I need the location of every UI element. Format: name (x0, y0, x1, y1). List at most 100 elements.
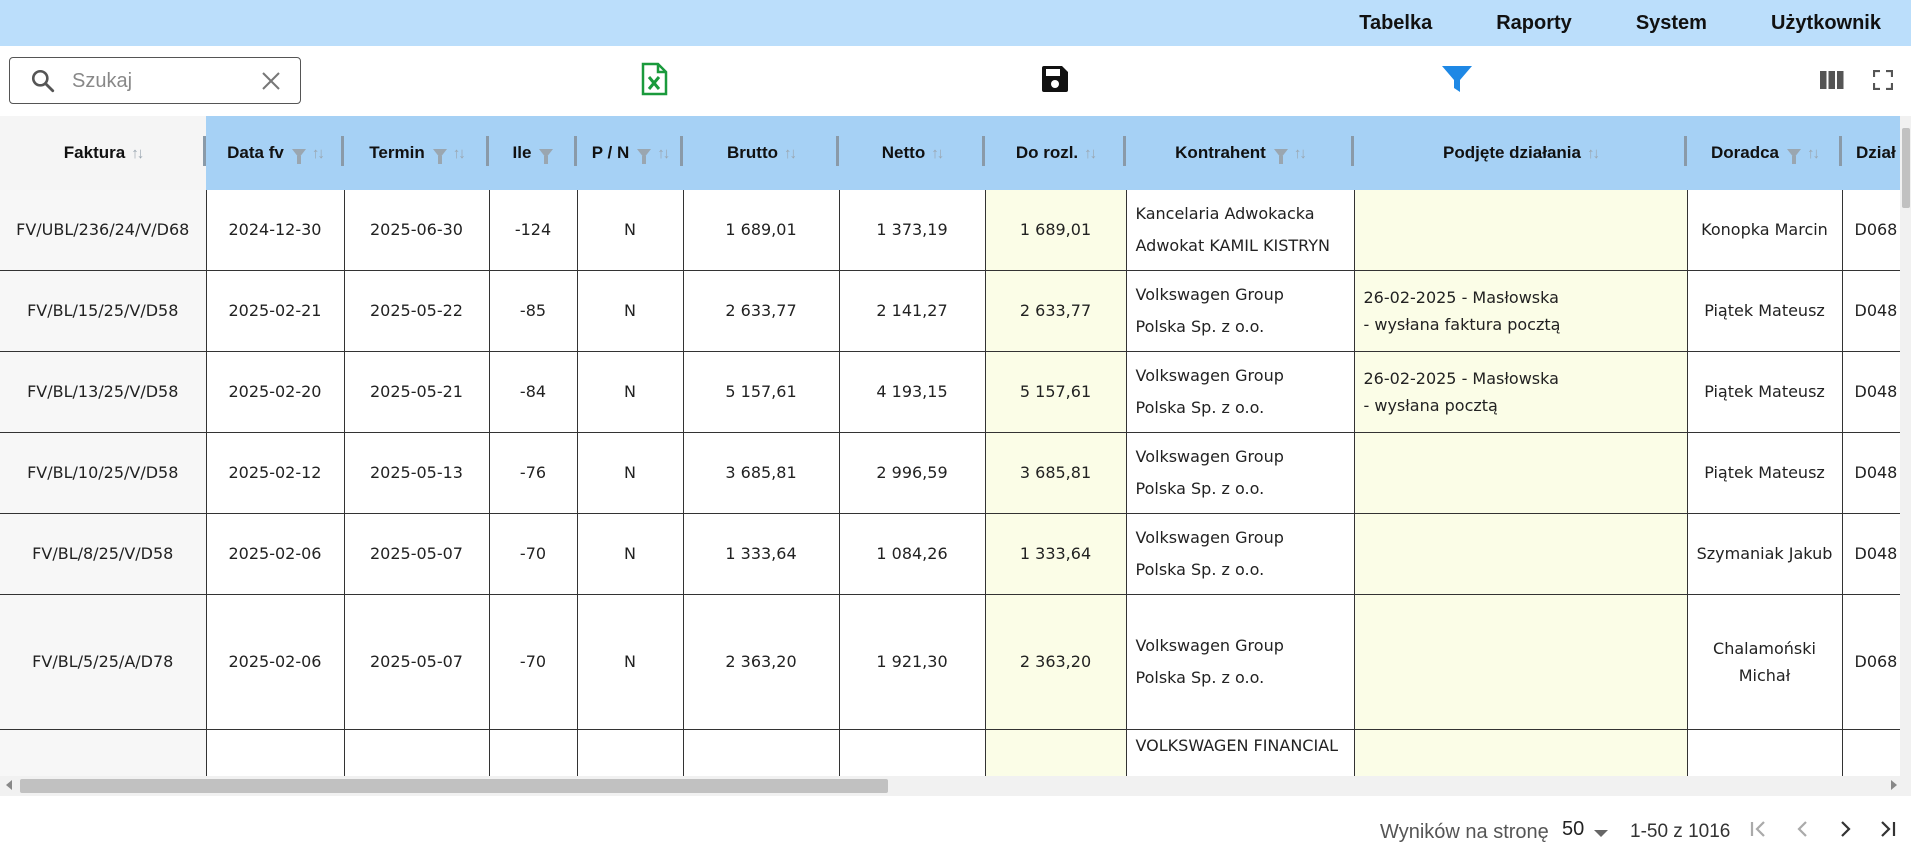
table-cell-termin: 2025-05-21 (344, 351, 490, 433)
table-row[interactable]: FV/UBL/236/24/V/D68 2024-12-30 2025-06-30-… (0, 190, 1905, 271)
table-cell-data-fv: 2025-02-12 (206, 432, 345, 514)
scroll-left-icon[interactable] (6, 780, 12, 790)
header-data-fv[interactable]: Data fv ↑↓ (206, 116, 344, 190)
save-icon[interactable] (1040, 64, 1070, 98)
table-row[interactable]: VOLKSWAGEN FINANCIAL (0, 729, 1905, 776)
table-cell-do-rozl: 1 333,64 (985, 513, 1127, 595)
header-do-rozl[interactable]: Do rozl. ↑↓ (985, 116, 1126, 190)
table-row[interactable]: FV/BL/5/25/A/D78 2025-02-06 2025-05-07 -70 N… (0, 594, 1905, 730)
column-filter-icon[interactable] (291, 149, 306, 165)
header-doradca[interactable]: Doradca ↑↓ (1687, 116, 1842, 190)
vertical-scroll-thumb[interactable] (1902, 128, 1910, 208)
clear-search-icon[interactable] (260, 70, 282, 96)
filter-icon[interactable] (1441, 64, 1473, 98)
column-filter-icon[interactable] (432, 149, 447, 165)
table-cell-faktura: FV/BL/5/25/A/D78 (0, 594, 207, 730)
header-faktura[interactable]: Faktura ↑↓ (0, 116, 206, 190)
sort-icon[interactable]: ↑↓ (312, 145, 325, 162)
table-cell-ile: -85 (489, 270, 578, 352)
scroll-right-icon[interactable] (1891, 780, 1897, 790)
sort-icon[interactable]: ↑↓ (657, 145, 670, 162)
header-ile[interactable]: Ile (489, 116, 577, 190)
header-netto[interactable]: Netto ↑↓ (839, 116, 985, 190)
table-cell-data-fv: 2025-02-20 (206, 351, 345, 433)
column-filter-icon[interactable] (637, 149, 652, 165)
column-filter-icon[interactable] (539, 149, 554, 165)
nav-system[interactable]: System (1636, 12, 1707, 35)
sort-icon[interactable]: ↑↓ (1807, 145, 1820, 162)
rows-per-page-label: Wyników na stronę (1380, 821, 1549, 843)
table-cell-data-fv (206, 729, 345, 776)
table-cell-dzial: D048 (1842, 513, 1905, 595)
table-cell-dzialania (1354, 594, 1688, 730)
header-pn[interactable]: P / N ↑↓ (577, 116, 683, 190)
table-cell-doradca: Piątek Mateusz (1687, 351, 1843, 433)
table-cell-netto (839, 729, 986, 776)
table-cell-faktura: FV/BL/8/25/V/D58 (0, 513, 207, 595)
table-cell-brutto (683, 729, 840, 776)
table-cell-ile: -70 (489, 513, 578, 595)
sort-icon[interactable]: ↑↓ (784, 145, 797, 162)
table-row[interactable]: FV/BL/8/25/V/D58 2025-02-06 2025-05-07 -70 N… (0, 513, 1905, 595)
horizontal-scroll-thumb[interactable] (20, 779, 888, 793)
excel-icon[interactable] (640, 62, 668, 100)
table-cell-ile: -76 (489, 432, 578, 514)
sort-icon[interactable]: ↑↓ (1587, 145, 1600, 162)
table-cell-netto: 2 141,27 (839, 270, 986, 352)
nav-tabelka[interactable]: Tabelka (1359, 12, 1432, 35)
table-cell-pn: N (577, 432, 684, 514)
table-cell-brutto: 3 685,81 (683, 432, 840, 514)
table-cell-faktura (0, 729, 207, 776)
table-cell-ile (489, 729, 578, 776)
table-cell-pn: N (577, 190, 684, 271)
fullscreen-icon[interactable] (1872, 69, 1894, 94)
table-row[interactable]: FV/BL/10/25/V/D58 2025-02-12 2025-05-13 -76… (0, 432, 1905, 514)
rows-per-page-select[interactable]: 50 (1562, 818, 1584, 841)
sort-icon[interactable]: ↑↓ (931, 145, 944, 162)
header-brutto[interactable]: Brutto ↑↓ (683, 116, 839, 190)
table-cell-do-rozl: 5 157,61 (985, 351, 1127, 433)
vertical-scrollbar[interactable] (1900, 116, 1911, 776)
table-cell-dzialania (1354, 190, 1688, 271)
chevron-down-icon[interactable] (1594, 830, 1608, 837)
next-page-icon[interactable] (1834, 818, 1856, 846)
table-cell-ile: -70 (489, 594, 578, 730)
table-cell-dzialania (1354, 432, 1688, 514)
table-cell-ile: -84 (489, 351, 578, 433)
table-cell-kontrahent: Kancelaria Adwokacka Adwokat KAMIL KISTR… (1126, 190, 1355, 271)
first-page-icon[interactable] (1748, 818, 1770, 846)
table-cell-faktura: FV/BL/15/25/V/D58 (0, 270, 207, 352)
table-cell-pn (577, 729, 684, 776)
table-cell-brutto: 2 633,77 (683, 270, 840, 352)
nav-raporty[interactable]: Raporty (1496, 12, 1572, 35)
previous-page-icon[interactable] (1792, 818, 1814, 846)
table-cell-kontrahent: Volkswagen Group Polska Sp. z o.o. (1126, 594, 1355, 730)
sort-icon[interactable]: ↑↓ (131, 145, 144, 162)
table-cell-dzial: D048 (1842, 351, 1905, 433)
header-termin[interactable]: Termin ↑↓ (344, 116, 489, 190)
header-podjete-dzialania[interactable]: Podjęte działania ↑↓ (1354, 116, 1687, 190)
table-body: FV/UBL/236/24/V/D68 2024-12-30 2025-06-30-… (0, 190, 1905, 776)
table-cell-do-rozl (985, 729, 1127, 776)
table-cell-pn: N (577, 270, 684, 352)
column-filter-icon[interactable] (1273, 149, 1288, 165)
table-cell-dzialania: 26-02-2025 - Masłowska - wysłana faktura… (1354, 270, 1688, 352)
header-dzial[interactable]: Dział (1842, 116, 1905, 190)
toolbar (0, 46, 1911, 116)
table-row[interactable]: FV/BL/13/25/V/D58 2025-02-20 2025-05-21 -84… (0, 351, 1905, 433)
column-filter-icon[interactable] (1787, 149, 1802, 165)
columns-icon[interactable] (1820, 70, 1844, 94)
table-cell-doradca: Piątek Mateusz (1687, 270, 1843, 352)
search-box (9, 57, 301, 104)
header-kontrahent[interactable]: Kontrahent ↑↓ (1126, 116, 1354, 190)
search-input[interactable] (70, 66, 244, 96)
table-row[interactable]: FV/BL/15/25/V/D58 2025-02-21 2025-05-22 -85… (0, 270, 1905, 352)
horizontal-scrollbar[interactable] (0, 776, 1911, 796)
table-cell-termin: 2025-06-30 (344, 190, 490, 271)
nav-uzytkownik[interactable]: Użytkownik (1771, 12, 1881, 35)
last-page-icon[interactable] (1876, 818, 1898, 846)
sort-icon[interactable]: ↑↓ (1084, 145, 1097, 162)
sort-icon[interactable]: ↑↓ (453, 145, 466, 162)
sort-icon[interactable]: ↑↓ (1294, 145, 1307, 162)
table-cell-termin: 2025-05-22 (344, 270, 490, 352)
